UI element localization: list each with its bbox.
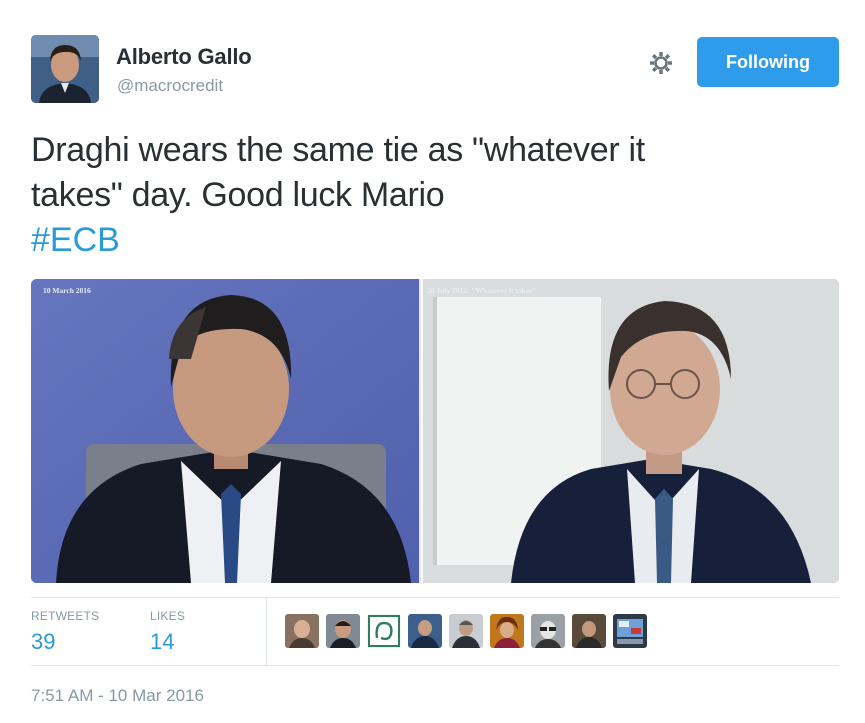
retweets-label: RETWEETS (31, 609, 100, 623)
liker-avatar[interactable] (449, 614, 483, 648)
likes-count[interactable]: 14 (150, 629, 174, 655)
author-avatar[interactable] (31, 35, 99, 103)
left-photo-caption: 10 March 2016 (43, 286, 91, 295)
likes-label: LIKES (150, 609, 186, 623)
stats-divider-vertical (266, 597, 267, 665)
right-photo-caption: 26 July 2012: "Whatever it takes" (427, 286, 537, 295)
tweet-text-line-1: Draghi wears the same tie as "whatever i… (31, 131, 645, 169)
stats-divider-bottom (31, 665, 839, 666)
liker-avatar[interactable] (613, 614, 647, 648)
hashtag-link[interactable]: #ECB (31, 218, 120, 263)
stats-divider-top (31, 597, 839, 598)
liker-avatar[interactable] (367, 614, 401, 648)
author-name[interactable]: Alberto Gallo (116, 44, 252, 70)
gear-icon[interactable] (648, 50, 674, 76)
liker-avatar[interactable] (531, 614, 565, 648)
author-handle[interactable]: @macrocredit (117, 76, 223, 96)
liker-avatar[interactable] (572, 614, 606, 648)
retweets-count[interactable]: 39 (31, 629, 55, 655)
tweet-photo-image (31, 279, 839, 583)
tweet-timestamp[interactable]: 7:51 AM - 10 Mar 2016 (31, 686, 204, 706)
following-button[interactable]: Following (697, 37, 839, 87)
tweet-photo[interactable]: 10 March 2016 26 July 2012: "Whatever it… (31, 279, 839, 583)
tweet-text: Draghi wears the same tie as "whatever i… (31, 128, 811, 218)
liker-avatar[interactable] (285, 614, 319, 648)
liker-avatar[interactable] (490, 614, 524, 648)
liker-avatar[interactable] (408, 614, 442, 648)
liker-avatar[interactable] (326, 614, 360, 648)
tweet-text-line-2: takes" day. Good luck Mario (31, 176, 445, 214)
